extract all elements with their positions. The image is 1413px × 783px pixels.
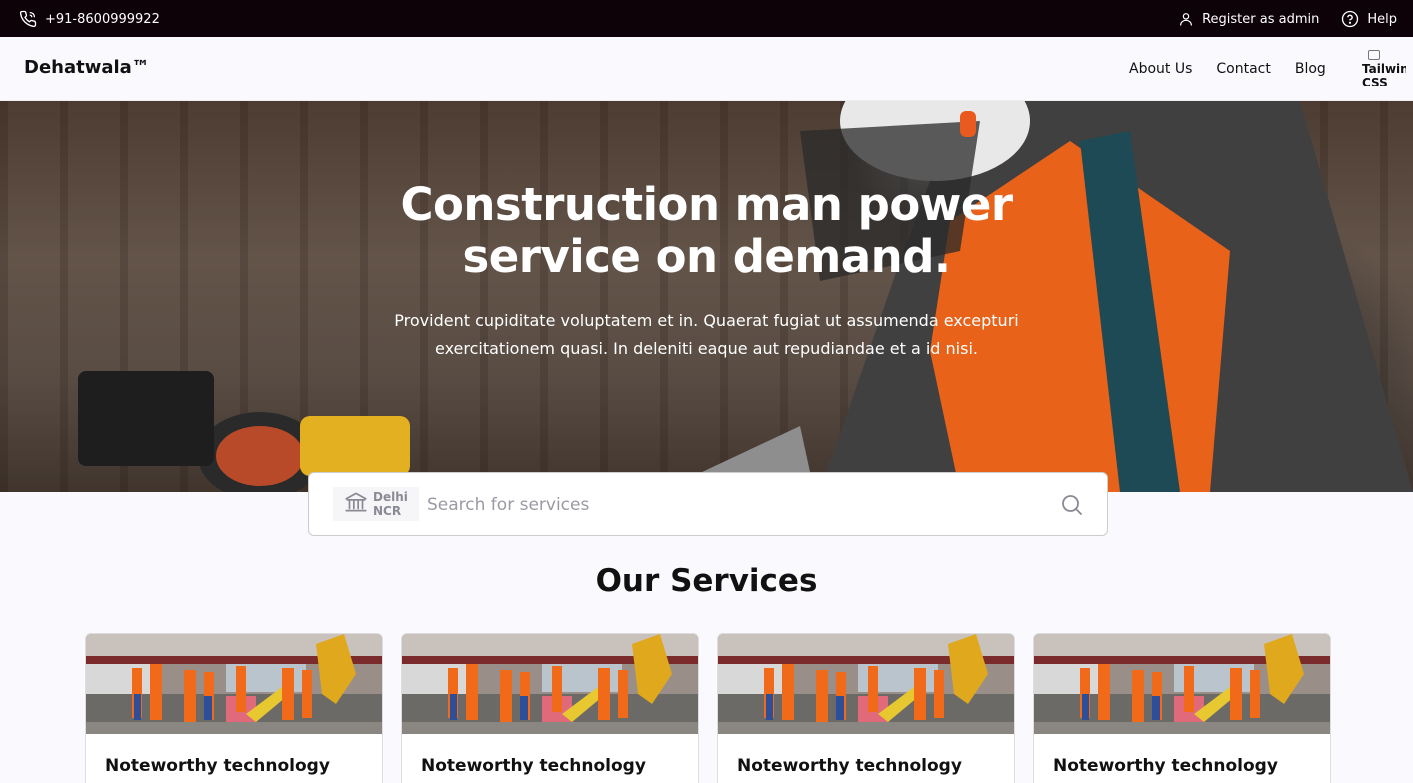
hero-text-block: Construction man power service on demand… — [350, 179, 1063, 363]
hero-title: Construction man power service on demand… — [400, 178, 1013, 283]
help-label: Help — [1367, 11, 1397, 27]
service-card-title: Noteworthy technology — [737, 756, 962, 776]
service-card-image — [402, 634, 698, 734]
service-card[interactable]: Noteworthy technology — [1033, 633, 1331, 783]
service-card[interactable]: Noteworthy technology — [85, 633, 383, 783]
main-navbar: Dehatwala™ About Us Contact Blog Tailwin… — [0, 37, 1413, 101]
service-search-bar: Delhi NCR — [308, 472, 1108, 536]
service-card-title: Noteworthy technology — [1053, 756, 1278, 776]
hero-banner: Construction man power service on demand… — [0, 101, 1413, 492]
phone-contact[interactable]: +91-8600999922 — [19, 10, 160, 28]
nav-links: About Us Contact Blog — [1129, 61, 1326, 77]
brand-logo[interactable]: Dehatwala™ — [24, 57, 150, 78]
bank-building-icon — [343, 489, 369, 519]
service-card-image — [1034, 634, 1330, 734]
phone-number: +91-8600999922 — [45, 11, 160, 27]
user-icon — [1178, 11, 1194, 27]
nav-link-contact[interactable]: Contact — [1216, 61, 1270, 77]
location-selector[interactable]: Delhi NCR — [333, 487, 419, 521]
avatar-alt-text: Tailwind CSS — [1362, 62, 1406, 86]
service-card-image — [86, 634, 382, 734]
service-card-image — [718, 634, 1014, 734]
broken-image-icon — [1368, 50, 1380, 60]
search-icon[interactable] — [1060, 493, 1084, 521]
avatar[interactable]: Tailwind CSS — [1362, 50, 1406, 86]
help-circle-icon — [1341, 10, 1359, 28]
help-link[interactable]: Help — [1341, 10, 1397, 28]
phone-icon — [19, 10, 37, 28]
service-card[interactable]: Noteworthy technology — [717, 633, 1015, 783]
search-input[interactable] — [427, 491, 1027, 519]
location-label: Delhi NCR — [373, 490, 408, 518]
top-contact-bar: +91-8600999922 Register as admin Help — [0, 0, 1413, 37]
service-card-title: Noteworthy technology — [421, 756, 646, 776]
services-heading: Our Services — [595, 563, 818, 599]
service-card-title: Noteworthy technology — [105, 756, 330, 776]
service-card[interactable]: Noteworthy technology — [401, 633, 699, 783]
hero-subtitle: Provident cupiditate voluptatem et in. Q… — [394, 311, 1019, 358]
nav-link-blog[interactable]: Blog — [1295, 61, 1326, 77]
register-admin-label: Register as admin — [1202, 11, 1320, 27]
register-admin-link[interactable]: Register as admin — [1178, 11, 1319, 27]
nav-link-about-us[interactable]: About Us — [1129, 61, 1192, 77]
